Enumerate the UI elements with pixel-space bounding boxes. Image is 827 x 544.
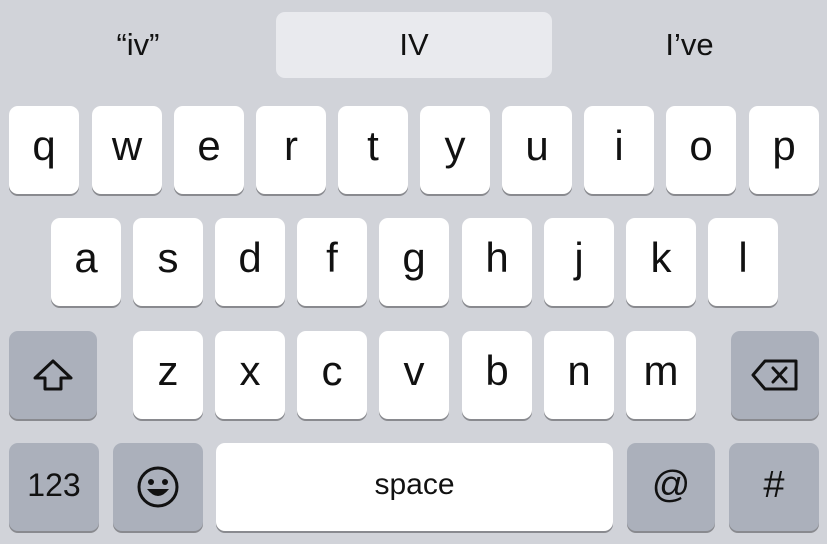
key-s[interactable]: s [133,218,203,306]
key-label: c [321,347,343,394]
suggestion-2-selected[interactable]: IV [276,12,552,78]
key-v[interactable]: v [379,331,449,419]
key-label: 123 [27,466,81,503]
key-z[interactable]: z [133,331,203,419]
key-label: i [614,122,624,169]
key-n[interactable]: n [544,331,614,419]
key-label: q [32,122,56,169]
key-label: k [650,234,672,281]
key-d[interactable]: d [215,218,285,306]
key-label: s [157,234,179,281]
space-key[interactable]: space [216,443,613,531]
key-label: t [367,122,379,169]
key-o[interactable]: o [666,106,736,194]
suggestion-3[interactable]: I’ve [552,12,827,78]
key-label: u [525,122,549,169]
numbers-key[interactable]: 123 [9,443,99,531]
emoji-key[interactable] [113,443,203,531]
key-c[interactable]: c [297,331,367,419]
key-label: n [567,347,591,394]
key-label: f [326,234,338,281]
key-label: h [485,234,509,281]
shift-arrow-icon [32,358,74,392]
key-k[interactable]: k [626,218,696,306]
key-u[interactable]: u [502,106,572,194]
key-a[interactable]: a [51,218,121,306]
key-p[interactable]: p [749,106,819,194]
suggestion-bar: “iv” IV I’ve [0,0,827,95]
key-label: a [74,234,98,281]
backspace-icon [750,358,800,392]
key-r[interactable]: r [256,106,326,194]
key-m[interactable]: m [626,331,696,419]
key-j[interactable]: j [544,218,614,306]
suggestion-1[interactable]: “iv” [0,12,276,78]
key-label: b [485,347,509,394]
emoji-smiley-icon [136,465,180,509]
key-label: z [157,347,179,394]
key-label: l [738,234,748,281]
key-w[interactable]: w [92,106,162,194]
key-label: p [772,122,796,169]
key-l[interactable]: l [708,218,778,306]
key-f[interactable]: f [297,218,367,306]
hash-key[interactable]: # [729,443,819,531]
key-label: @ [651,463,691,506]
key-label: d [238,234,262,281]
key-x[interactable]: x [215,331,285,419]
key-label: # [763,463,785,506]
key-i[interactable]: i [584,106,654,194]
key-label: r [284,122,298,169]
key-label: w [111,122,143,169]
delete-key[interactable] [731,331,819,419]
key-t[interactable]: t [338,106,408,194]
key-label: space [374,468,455,501]
at-key[interactable]: @ [627,443,715,531]
key-label: m [643,347,679,394]
key-label: g [402,234,426,281]
key-label: e [197,122,221,169]
key-y[interactable]: y [420,106,490,194]
key-e[interactable]: e [174,106,244,194]
key-label: x [239,347,261,394]
key-label: o [689,122,713,169]
key-label: j [574,234,584,281]
key-label: y [444,122,466,169]
shift-key[interactable] [9,331,97,419]
key-b[interactable]: b [462,331,532,419]
key-label: v [403,347,425,394]
key-q[interactable]: q [9,106,79,194]
key-h[interactable]: h [462,218,532,306]
key-g[interactable]: g [379,218,449,306]
